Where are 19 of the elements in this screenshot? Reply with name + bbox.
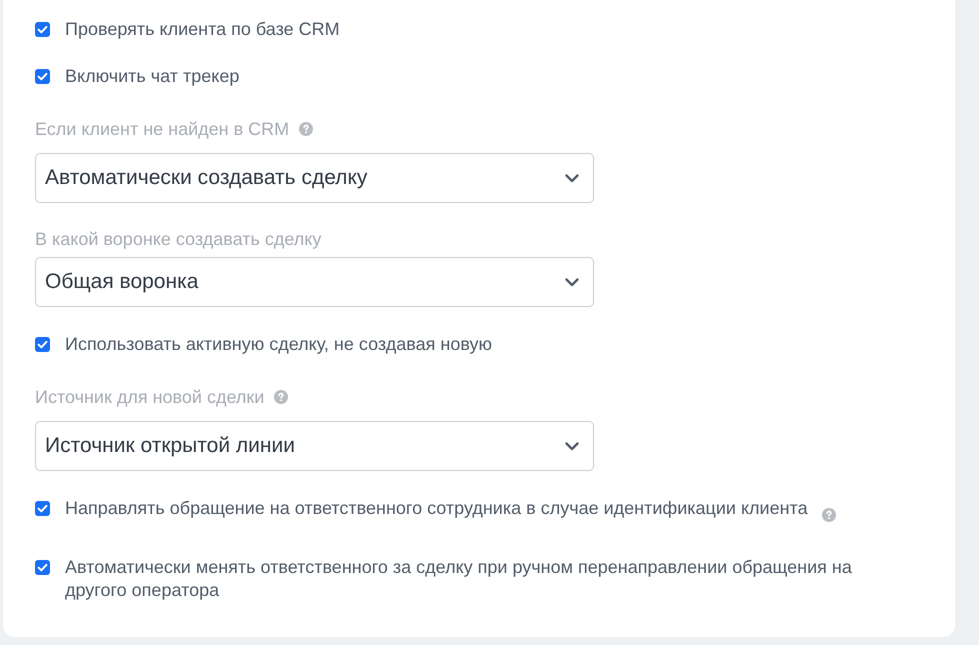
checkbox[interactable] — [35, 22, 50, 37]
checkbox-label: Включить чат трекер — [65, 65, 240, 88]
field-label: Источник для новой сделки — [35, 387, 264, 407]
checkbox-label: Направлять обращение на ответственного сотрудника в случае идентификации клиента — [65, 497, 808, 520]
chevron-icon — [565, 174, 579, 182]
select-dropdown[interactable]: Общая воронка — [35, 257, 594, 307]
checkbox[interactable] — [35, 337, 50, 352]
chevron-icon — [565, 278, 579, 286]
field-label: В какой воронке создавать сделку — [35, 229, 322, 249]
checkbox-label: Проверять клиента по базе CRM — [65, 18, 340, 41]
checkbox[interactable] — [35, 69, 50, 84]
select-dropdown[interactable]: Автоматически создавать сделку — [35, 153, 594, 203]
checkbox[interactable] — [35, 560, 50, 575]
field-label: Если клиент не найден в CRM — [35, 119, 290, 139]
checkbox-label: Использовать активную сделку, не создавая новую — [65, 333, 492, 356]
select-dropdown[interactable]: Источник открытой линии — [35, 421, 594, 471]
chevron-icon — [565, 442, 579, 450]
checkbox[interactable] — [35, 501, 50, 516]
checkbox-label: Автоматически менять ответственного за сделку при ручном перенаправлении обращения на другого оператора — [65, 556, 853, 602]
